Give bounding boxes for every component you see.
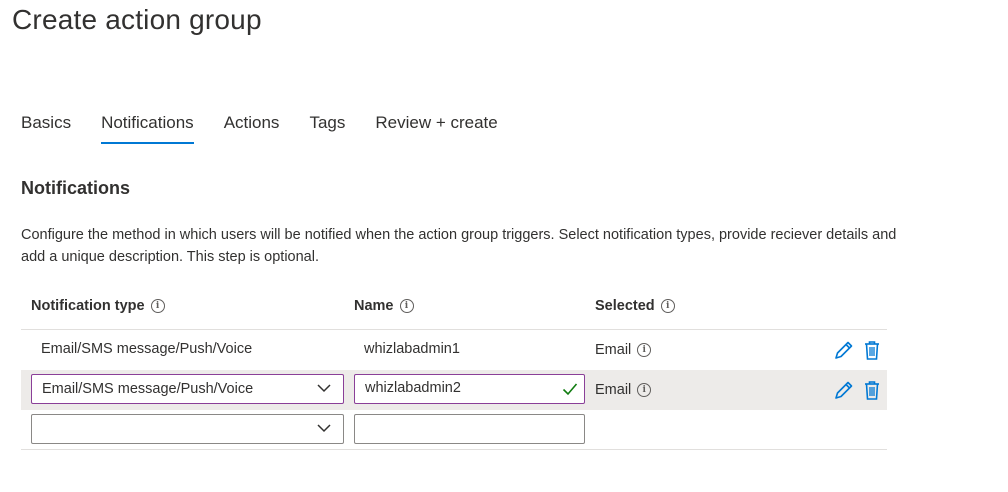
table-row-new	[21, 410, 887, 450]
divider	[21, 449, 887, 450]
section-description: Configure the method in which users will…	[21, 227, 897, 265]
chevron-down-icon	[317, 424, 331, 433]
name-value: whizlabadmin1	[364, 341, 460, 357]
new-notification-type-dropdown[interactable]	[31, 414, 344, 444]
tab-actions[interactable]: Actions	[224, 112, 280, 144]
info-circle-icon[interactable]: i	[637, 383, 652, 397]
page-title: Create action group	[12, 4, 262, 35]
info-circle-icon[interactable]: i	[150, 299, 165, 313]
trash-icon[interactable]	[861, 339, 883, 361]
tab-review-create[interactable]: Review + create	[375, 112, 497, 144]
header-label: Name	[354, 298, 394, 314]
chevron-down-icon	[317, 384, 331, 393]
info-circle-icon[interactable]: i	[637, 343, 652, 357]
table-row[interactable]: Email/SMS message/Push/Voice whizlabadmi…	[21, 370, 887, 410]
header-label: Selected	[595, 298, 655, 314]
table-row[interactable]: Email/SMS message/Push/Voice whizlabadmi…	[21, 330, 887, 370]
input-value: whizlabadmin2	[365, 380, 461, 396]
selected-value: Email i	[595, 342, 652, 358]
tab-notifications[interactable]: Notifications	[101, 112, 194, 144]
header-name: Name i	[354, 298, 414, 314]
dropdown-value: Email/SMS message/Push/Voice	[42, 381, 254, 397]
notification-type-value: Email/SMS message/Push/Voice	[41, 341, 253, 357]
selected-value: Email i	[595, 382, 652, 398]
selected-label: Email	[595, 382, 632, 398]
tab-basics[interactable]: Basics	[21, 112, 71, 144]
pencil-icon[interactable]	[833, 379, 855, 401]
row-actions	[833, 379, 883, 401]
header-selected: Selected i	[595, 298, 675, 314]
pencil-icon[interactable]	[833, 339, 855, 361]
tab-bar: Basics Notifications Actions Tags Review…	[21, 112, 528, 144]
header-label: Notification type	[31, 298, 145, 314]
row-actions	[833, 339, 883, 361]
section-title: Notifications	[21, 178, 131, 198]
checkmark-icon	[562, 383, 578, 396]
tab-tags[interactable]: Tags	[309, 112, 345, 144]
info-circle-icon[interactable]: i	[660, 299, 675, 313]
header-notification-type: Notification type i	[31, 298, 165, 314]
selected-label: Email	[595, 342, 632, 358]
new-name-input[interactable]	[354, 414, 585, 444]
trash-icon[interactable]	[861, 379, 883, 401]
info-circle-icon[interactable]: i	[399, 299, 414, 313]
name-input[interactable]: whizlabadmin2	[354, 374, 585, 404]
notification-type-dropdown[interactable]: Email/SMS message/Push/Voice	[31, 374, 344, 404]
